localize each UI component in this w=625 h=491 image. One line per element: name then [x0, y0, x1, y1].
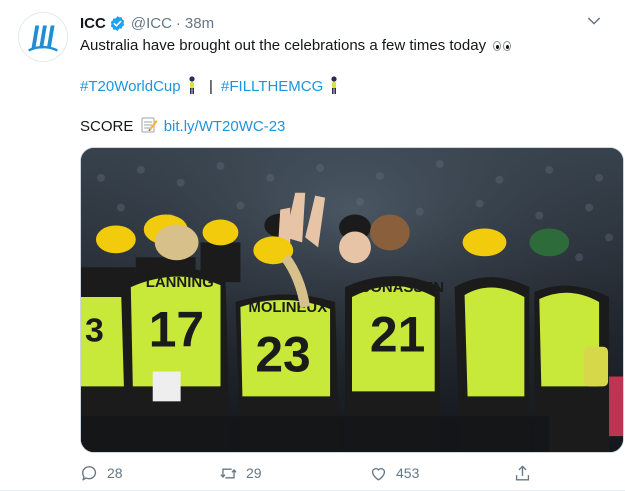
retweet-button[interactable]: 29 — [219, 461, 262, 485]
share-icon — [515, 465, 530, 481]
score-line: SCORE bit.ly/WT20WC-23 — [80, 116, 285, 140]
like-button[interactable]: 453 — [369, 461, 419, 485]
retweet-icon — [220, 467, 237, 479]
retweet-count: 29 — [246, 465, 262, 481]
like-count: 453 — [396, 465, 420, 481]
tweet-text: Australia have brought out the celebrati… — [80, 37, 487, 54]
icc-logo-icon — [19, 13, 67, 61]
author-handle[interactable]: @ICC — [131, 15, 172, 32]
memo-emoji-icon — [140, 116, 158, 140]
reply-count: 28 — [107, 465, 123, 481]
svg-text:JONASSEN: JONASSEN — [362, 279, 444, 296]
hashtag-line: #T20WorldCup | #FILLTHEMCG — [80, 76, 341, 100]
reply-icon — [82, 465, 97, 481]
cricket-player-emoji-icon — [187, 76, 197, 100]
svg-text:21: 21 — [370, 307, 425, 363]
hashtag-t20worldcup[interactable]: #T20WorldCup — [80, 78, 181, 95]
cricket-player-emoji-icon — [329, 76, 339, 100]
heart-icon — [371, 467, 386, 481]
svg-text:MOLINEUX: MOLINEUX — [248, 299, 327, 316]
tweet-text-line: Australia have brought out the celebrati… — [80, 36, 512, 56]
tweet-actions: 28 29 453 — [80, 461, 625, 485]
team-celebration-photo: 3 LANNING 17 MOLINEUX 23 JONASSEN 21 — [81, 148, 623, 452]
tweet-card[interactable]: ICC @ICC · 38m Australia have brought ou… — [0, 0, 625, 491]
svg-text:LANNING: LANNING — [146, 274, 214, 291]
hashtag-fillthemcg[interactable]: #FILLTHEMCG — [221, 78, 323, 95]
time-separator: · — [175, 14, 181, 32]
svg-text:3: 3 — [85, 312, 104, 350]
eyes-emoji-icon — [493, 41, 512, 51]
verified-badge-icon — [109, 15, 126, 32]
reply-button[interactable]: 28 — [80, 461, 123, 485]
avatar[interactable] — [18, 12, 68, 62]
svg-text:23: 23 — [255, 327, 310, 383]
author-name[interactable]: ICC — [80, 15, 106, 32]
tweet-header: ICC @ICC · 38m — [80, 13, 214, 33]
score-label: SCORE — [80, 118, 134, 135]
svg-text:17: 17 — [149, 302, 204, 358]
tweet-photo[interactable]: 3 LANNING 17 MOLINEUX 23 JONASSEN 21 — [80, 147, 624, 453]
share-button[interactable] — [513, 461, 540, 485]
tweet-timestamp[interactable]: 38m — [185, 15, 214, 32]
hashtag-separator: | — [208, 78, 213, 95]
score-link[interactable]: bit.ly/WT20WC-23 — [164, 118, 286, 135]
more-options-icon[interactable] — [585, 12, 603, 30]
